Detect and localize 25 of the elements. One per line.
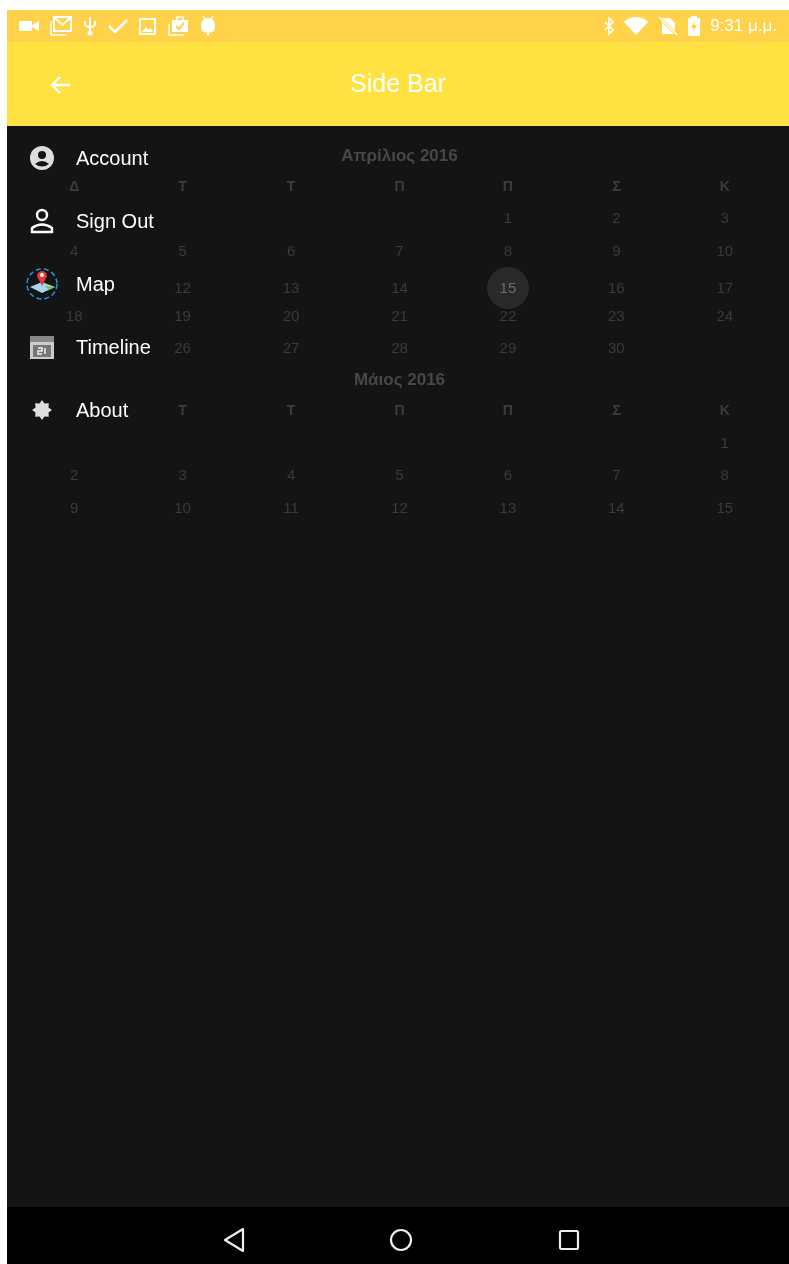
menu-item[interactable]: About xyxy=(76,397,129,422)
calendar-icon xyxy=(29,333,55,360)
bluetooth-icon xyxy=(604,17,615,35)
mail-icon xyxy=(50,16,72,36)
account-circle-icon xyxy=(29,144,55,171)
day-cell[interactable]: 15 xyxy=(486,267,529,309)
person-outline-icon xyxy=(30,207,54,234)
wifi-icon xyxy=(624,17,649,35)
image-icon xyxy=(139,17,156,35)
menu-item[interactable]: Sign Out xyxy=(76,208,154,233)
usb-icon xyxy=(83,16,97,36)
home-button[interactable] xyxy=(387,1226,415,1254)
menu-item[interactable]: Account xyxy=(76,145,149,170)
video-camera-icon xyxy=(19,19,39,33)
app-title: Side Bar xyxy=(350,68,446,100)
android-icon xyxy=(200,15,216,37)
menu-item[interactable]: Map xyxy=(76,271,115,296)
menu-item[interactable]: Timeline xyxy=(76,334,151,359)
status-time: 9:31 μ.μ. xyxy=(710,15,777,38)
map-pin-icon xyxy=(25,267,59,300)
no-sim-icon xyxy=(658,16,679,36)
check-icon xyxy=(108,18,128,34)
briefcase-check-icon xyxy=(167,16,189,36)
badge-star-icon xyxy=(31,398,53,421)
battery-charging-icon xyxy=(688,16,701,36)
